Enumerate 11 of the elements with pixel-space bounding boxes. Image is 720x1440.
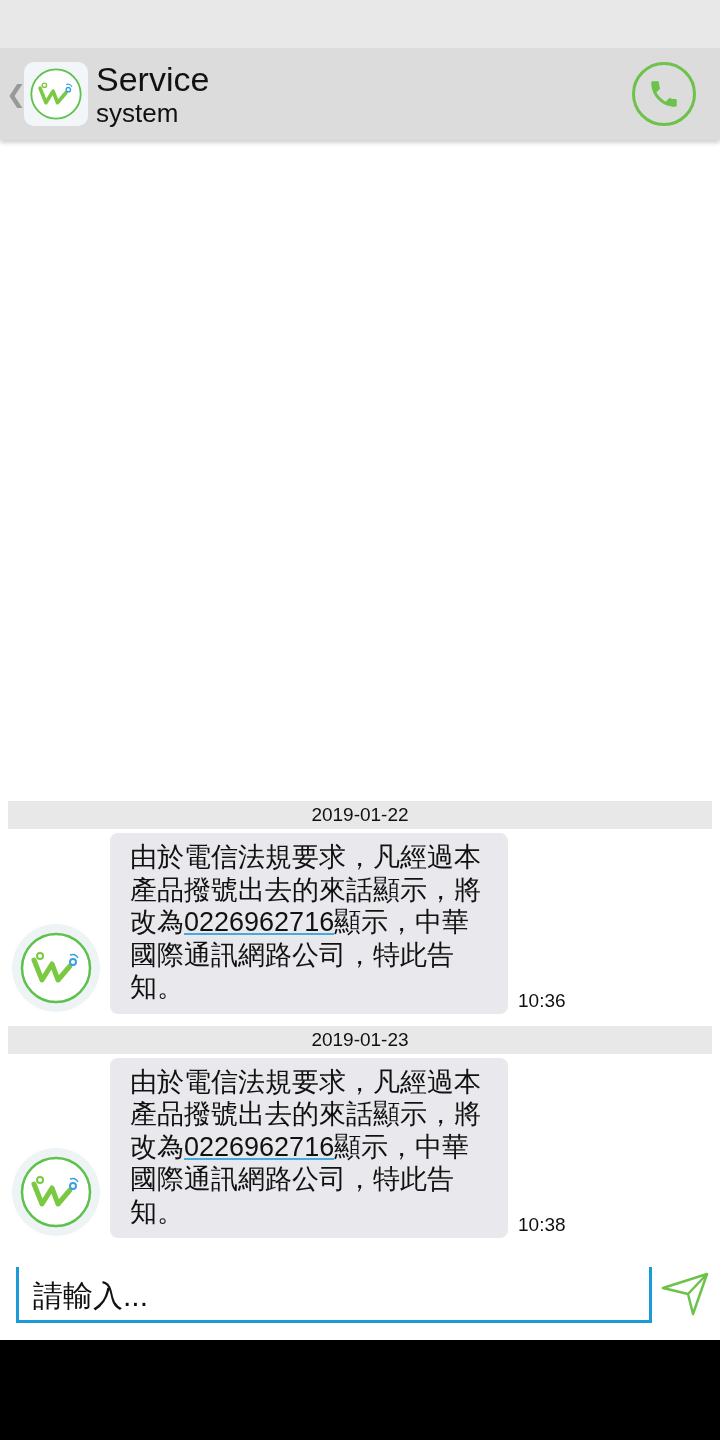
contact-subtitle: system — [96, 98, 180, 128]
contact-name: Service — [96, 60, 211, 98]
logo-icon — [24, 62, 88, 126]
phone-link[interactable]: 0226962716 — [184, 1131, 335, 1162]
phone-link[interactable]: 0226962716 — [184, 907, 335, 937]
message-bubble: 由於電信法規要求，凡經過本產品撥號出去的來話顯示，將改為0226962716顯示，中華國際通訊網路公司，特此告知。 — [110, 1057, 508, 1238]
message-input[interactable]: 請輸入... — [16, 1267, 652, 1323]
message-time: 10:36 — [518, 989, 566, 1012]
message-time: 10:38 — [518, 1214, 566, 1236]
call-button[interactable] — [632, 62, 696, 126]
message-bubble: 由於電信法規要求，凡經過本產品撥號出去的來話顯示，將改為0226962716顯示，中華國際通訊網路公司，特此告知。 — [110, 833, 508, 1014]
